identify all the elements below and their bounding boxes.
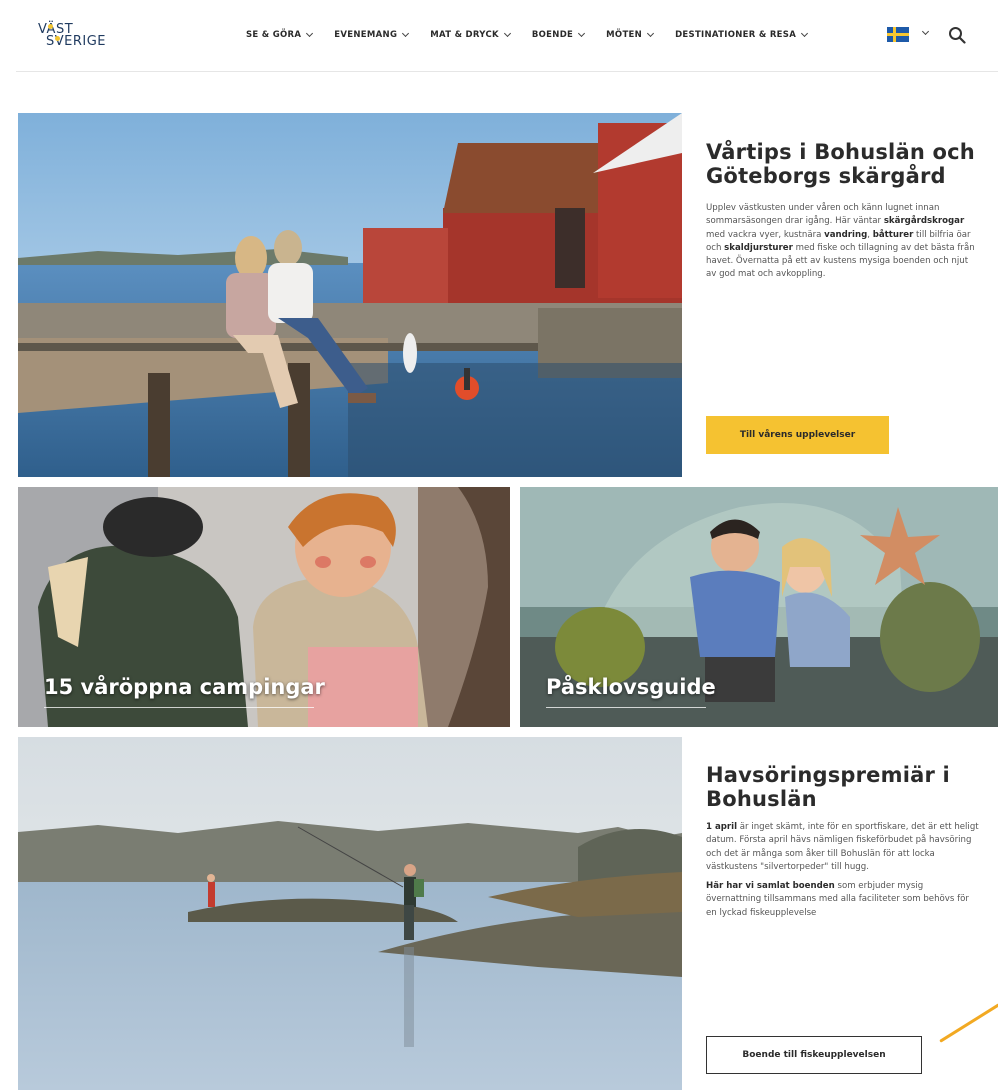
logo-dot	[48, 24, 53, 29]
nav-label: MÖTEN	[606, 30, 643, 40]
camping-tile-caption[interactable]: 15 våröppna campingar	[44, 675, 325, 699]
title-line: Vårtips i Bohuslän och	[706, 140, 975, 164]
bold-text: skaldjursturer	[724, 242, 793, 253]
nav-destinationer-och-resa[interactable]: DESTINATIONER & RESA	[675, 29, 809, 40]
sea-trout-fishing-photo[interactable]	[18, 737, 682, 1090]
sea-trout-feature-title: Havsöringspremiär i Bohuslän	[706, 763, 981, 811]
bold-text: vandring	[824, 229, 868, 240]
spring-experiences-button[interactable]: Till vårens upplevelser	[706, 416, 889, 454]
swedish-flag-icon[interactable]	[887, 27, 909, 42]
nav-label: SE & GÖRA	[246, 30, 302, 40]
chevron-down-icon	[647, 29, 655, 38]
nav-label: MAT & DRYCK	[430, 30, 499, 40]
nav-se-och-gora[interactable]: SE & GÖRA	[246, 29, 314, 40]
caption-underline	[44, 707, 314, 708]
bold-text: skärgårdskrogar	[883, 216, 965, 227]
title-line: Havsöringspremiär i	[706, 763, 950, 787]
logo-dot	[55, 36, 60, 41]
fishing-accommodation-button[interactable]: Boende till fiskeupplevelsen	[706, 1036, 922, 1074]
annotation-stroke	[939, 1003, 998, 1043]
sea-trout-feature-panel: Havsöringspremiär i Bohuslän 1 april är …	[706, 763, 981, 920]
sea-trout-accommodation-description: Här har vi samlat boenden som erbjuder m…	[706, 880, 981, 920]
nav-label: BOENDE	[531, 30, 574, 40]
text-run: med vackra vyer, kustnära	[706, 229, 825, 240]
nav-label: EVENEMANG	[334, 30, 398, 40]
nav-evenemang[interactable]: EVENEMANG	[334, 29, 410, 40]
chevron-down-icon	[578, 29, 586, 38]
chevron-down-icon	[801, 29, 809, 38]
flag-cross-horizontal	[887, 33, 909, 36]
search-icon[interactable]	[948, 26, 966, 44]
easter-guide-caption[interactable]: Påsklovsguide	[546, 675, 716, 699]
spring-archipelago-photo[interactable]	[18, 113, 682, 477]
bold-text: Här har vi samlat boenden	[706, 881, 835, 892]
spring-feature-description: Upplev västkusten under våren och känn l…	[706, 202, 981, 282]
chevron-down-icon	[503, 29, 511, 38]
title-line: Bohuslän	[706, 787, 817, 811]
chevron-down-icon	[306, 29, 314, 38]
spring-feature-title: Vårtips i Bohuslän och Göteborgs skärgår…	[706, 140, 981, 188]
nav-mat-och-dryck[interactable]: MAT & DRYCK	[430, 29, 511, 40]
caption-underline	[546, 707, 706, 708]
title-line: Göteborgs skärgård	[706, 164, 946, 188]
chevron-down-icon	[402, 29, 410, 38]
vastsverige-logo[interactable]: VÄST SVERIGE	[38, 22, 118, 56]
spring-feature-panel: Vårtips i Bohuslän och Göteborgs skärgår…	[706, 140, 981, 282]
flag-cross-vertical	[893, 27, 896, 42]
nav-boende[interactable]: BOENDE	[531, 29, 586, 40]
nav-label: DESTINATIONER & RESA	[675, 30, 797, 40]
sea-trout-feature-description: 1 april är inget skämt, inte för en spor…	[706, 821, 981, 874]
nav-moten[interactable]: MÖTEN	[606, 29, 655, 40]
text-run: är inget skämt, inte för en sportfiskare…	[706, 822, 979, 872]
main-navigation: SE & GÖRA EVENEMANG MAT & DRYCK BOENDE M…	[246, 29, 829, 40]
bold-text: båtturer	[872, 229, 914, 240]
site-header: VÄST SVERIGE SE & GÖRA EVENEMANG MAT & D…	[16, 0, 998, 72]
bold-text: 1 april	[706, 822, 738, 832]
